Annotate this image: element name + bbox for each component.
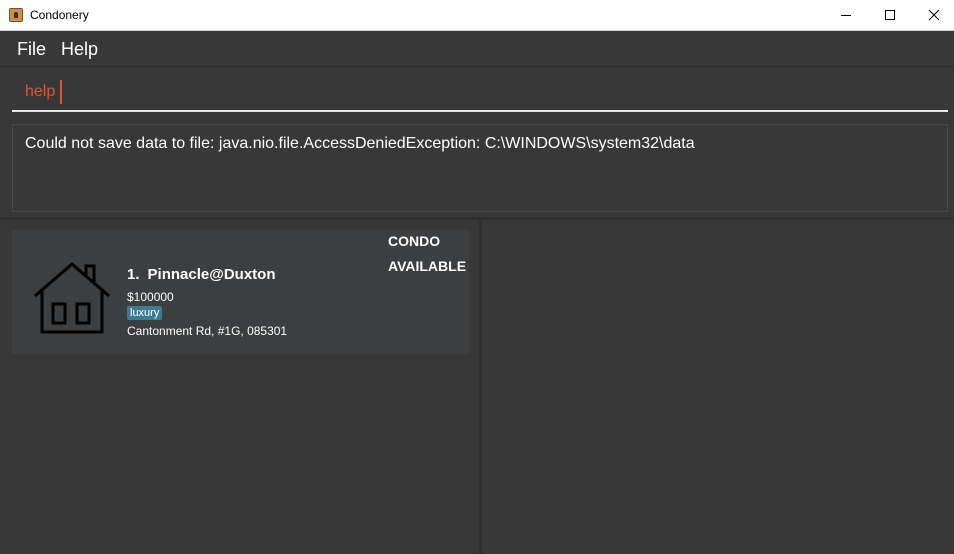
- result-message: Could not save data to file: java.nio.fi…: [25, 135, 695, 152]
- command-input[interactable]: help: [12, 75, 948, 112]
- minimize-icon: [841, 15, 851, 16]
- property-list-panel[interactable]: 1. Pinnacle@Duxton $100000 luxury Cantonm…: [0, 220, 479, 554]
- minimize-button[interactable]: [823, 0, 869, 30]
- title-bar: Condonery: [0, 0, 954, 31]
- property-type: CONDO: [388, 233, 441, 249]
- window-title: Condonery: [30, 8, 89, 22]
- app-icon: [9, 8, 23, 22]
- command-text: help: [25, 83, 56, 100]
- detail-panel: [482, 220, 954, 554]
- property-tag: luxury: [127, 306, 163, 320]
- close-button[interactable]: [911, 0, 954, 30]
- property-name: Pinnacle@Duxton: [147, 266, 276, 283]
- property-index: 1.: [127, 266, 140, 283]
- close-icon: [928, 9, 940, 21]
- house-icon: [34, 262, 110, 334]
- maximize-button[interactable]: [867, 0, 913, 30]
- menu-file[interactable]: File: [17, 39, 46, 60]
- result-display[interactable]: Could not save data to file: java.nio.fi…: [12, 124, 948, 212]
- maximize-icon: [885, 10, 895, 20]
- property-status: AVAILABLE: [388, 258, 467, 274]
- menu-help[interactable]: Help: [61, 39, 98, 60]
- property-card[interactable]: 1. Pinnacle@Duxton $100000 luxury Cantonm…: [12, 230, 469, 354]
- property-name-line: 1. Pinnacle@Duxton: [127, 266, 276, 283]
- property-address: Cantonment Rd, #1G, 085301: [127, 324, 288, 338]
- text-caret: [60, 80, 62, 104]
- menu-bar: File Help: [0, 31, 954, 67]
- property-price: $100000: [127, 290, 174, 304]
